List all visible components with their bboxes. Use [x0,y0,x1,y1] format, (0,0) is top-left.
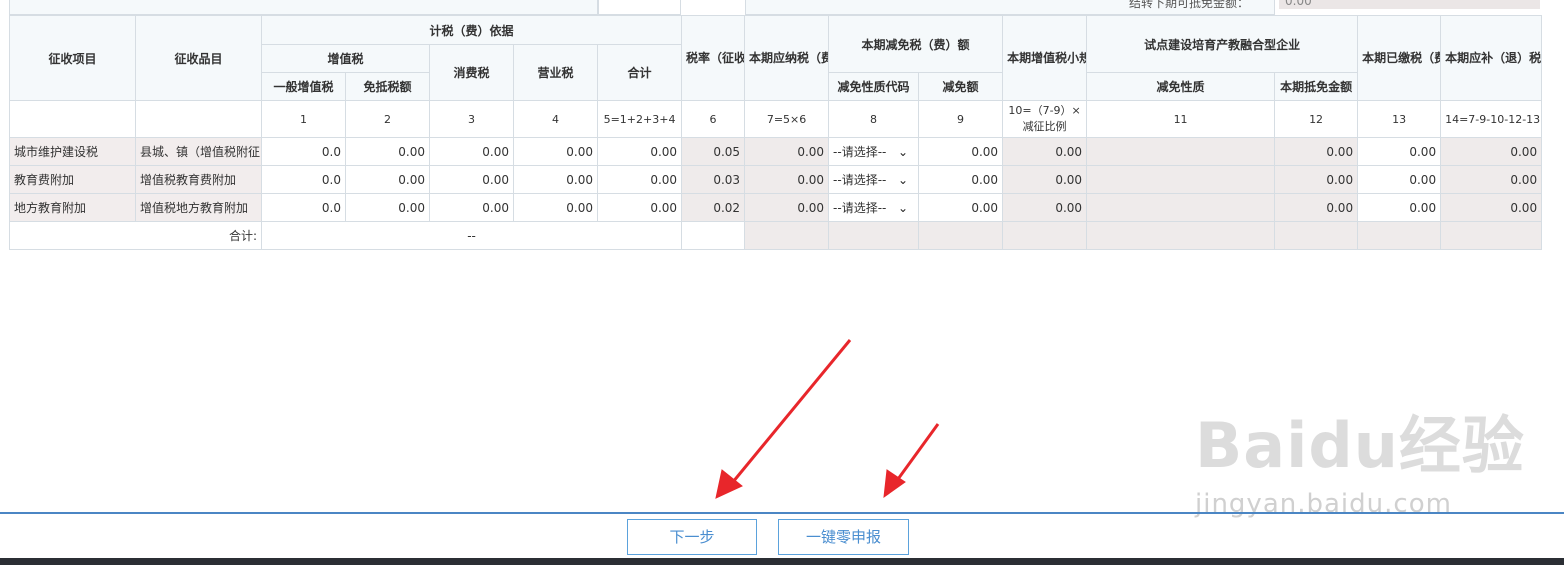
watermark-brand: Baidu经验 [1195,409,1525,482]
arrow-to-zero-declare [883,423,940,499]
footer-divider [0,512,1564,514]
baidu-watermark: Baidu经验 jingyan.baidu.com [1195,395,1525,519]
watermark-url: jingyan.baidu.com [1195,489,1452,519]
taskbar [0,558,1564,565]
zero-declaration-button[interactable]: 一键零申报 [778,519,909,555]
arrow-to-next [715,339,852,499]
next-step-button[interactable]: 下一步 [627,519,757,555]
